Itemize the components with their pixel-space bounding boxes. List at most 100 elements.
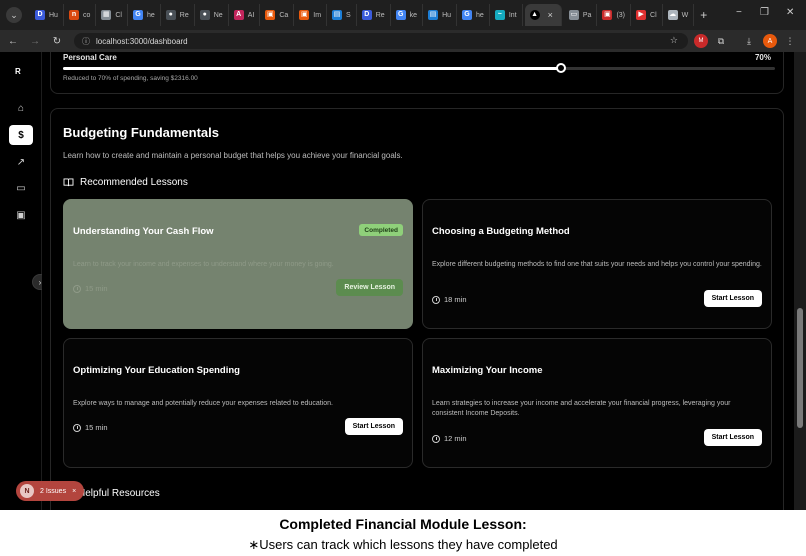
lesson-card-maximizing-income: Maximizing Your Income Learn strategies … — [422, 338, 772, 468]
sidebar-item-trends[interactable]: ↗ — [9, 152, 33, 172]
tab-favicon-icon: ▣ — [299, 10, 310, 20]
home-icon: ⌂ — [17, 102, 25, 114]
browser-tab-7[interactable]: ▣ Ca — [260, 4, 295, 26]
browser-tab-10[interactable]: D Re — [357, 4, 391, 26]
scrollbar-thumb[interactable] — [797, 308, 803, 428]
extensions-puzzle-icon[interactable]: ⧉ — [714, 33, 728, 49]
trend-up-icon: ↗ — [16, 156, 26, 168]
browser-tab-3[interactable]: Ghe — [128, 4, 161, 26]
lesson-duration-text: 15 min — [85, 423, 108, 432]
browser-tab-12[interactable]: ▤ Hu — [423, 4, 458, 26]
browser-tab-right-2[interactable]: ▶ Cl — [631, 4, 663, 26]
module-card: Budgeting Fundamentals Learn how to crea… — [50, 108, 784, 510]
browser-tab-right-3[interactable]: ☁ W — [663, 4, 695, 26]
nextjs-logo-icon: N — [20, 484, 34, 498]
page-scrollbar[interactable] — [794, 52, 806, 510]
tab-search-icon[interactable]: ⌄ — [6, 7, 22, 23]
browser-menu-icon[interactable]: ⋮ — [784, 33, 796, 49]
lesson-duration: 12 min — [432, 434, 467, 443]
address-bar[interactable]: ⓘ localhost:3000/dashboard ☆ — [74, 33, 688, 49]
spending-slider[interactable] — [63, 63, 775, 73]
tab-favicon-icon: ▤ — [428, 10, 439, 20]
reload-icon[interactable]: ↻ — [48, 32, 66, 50]
slider-thumb[interactable] — [556, 63, 567, 73]
tab-favicon-icon: ● — [199, 10, 210, 20]
category-percent: 70% — [754, 53, 771, 62]
tab-label: Cl — [115, 11, 122, 19]
start-lesson-button[interactable]: Start Lesson — [344, 418, 403, 435]
review-lesson-button[interactable]: Review Lesson — [336, 279, 403, 296]
main-content: Personal Care 70% Reduced to 70% of spen… — [42, 52, 794, 510]
tab-favicon-icon: D — [35, 10, 45, 20]
savings-note: Reduced to 70% of spending, saving $2316… — [63, 75, 198, 82]
browser-tab-8[interactable]: ▣ Im — [294, 4, 328, 26]
lesson-title: Understanding Your Cash Flow — [73, 226, 214, 237]
tab-label: Ca — [279, 11, 289, 19]
tab-favicon-icon: ● — [165, 10, 176, 20]
tab-label: AI — [247, 11, 255, 19]
tab-favicon-icon: ▭ — [568, 10, 579, 20]
lesson-title: Choosing a Budgeting Method — [432, 226, 570, 237]
tab-label: he — [146, 11, 155, 19]
lesson-description: Learn to track your income and expenses … — [73, 261, 334, 268]
issues-count[interactable]: 2 Issues — [40, 488, 66, 495]
browser-tab-4[interactable]: ● Re — [161, 4, 195, 26]
browser-tab-5[interactable]: ● Ne — [195, 4, 229, 26]
browser-tab-13[interactable]: Ghe — [457, 4, 490, 26]
sidebar-item-budget[interactable]: $ — [9, 125, 33, 145]
clock-icon — [73, 284, 81, 293]
extension-icon[interactable]: M — [694, 34, 708, 48]
new-tab-button[interactable]: + — [700, 8, 707, 22]
browser-tab-right-0[interactable]: ▭ Pa — [564, 4, 598, 26]
active-tab-icon: ▲ — [529, 10, 540, 20]
browser-tab-0[interactable]: D Hu — [30, 4, 64, 26]
bookmark-star-icon[interactable]: ☆ — [670, 35, 678, 46]
minimize-icon[interactable]: − — [736, 7, 742, 18]
clock-icon — [432, 434, 440, 443]
tab-list: D Hu n co ▦ Cl Ghe ● Re ● Ne A AI ▣ Ca ▣ Im ▤ S D Re Gke ▤ Hu Gh… — [30, 4, 523, 26]
tab-favicon-icon: n — [68, 10, 79, 20]
window-close-icon[interactable]: ✕ — [786, 7, 794, 18]
lesson-title: Maximizing Your Income — [432, 365, 543, 376]
start-lesson-button[interactable]: Start Lesson — [703, 429, 762, 446]
lesson-card-education-spending: Optimizing Your Education Spending Explo… — [63, 338, 413, 468]
active-tab[interactable]: ▲ × — [524, 4, 562, 26]
browser-tab-9[interactable]: ▤ S — [327, 4, 357, 26]
forward-icon[interactable]: → — [26, 32, 44, 50]
chevron-right-icon: › — [38, 277, 42, 287]
sidebar-item-home[interactable]: ⌂ — [9, 98, 33, 118]
browser-tab-2[interactable]: ▦ Cl — [96, 4, 128, 26]
tab-label: Pa — [582, 11, 592, 19]
sidebar-item-cards[interactable]: ▭ — [9, 178, 33, 198]
download-icon[interactable]: ⤓ — [742, 33, 756, 49]
category-label: Personal Care — [63, 53, 117, 62]
module-description: Learn how to create and maintain a perso… — [63, 151, 403, 160]
maximize-icon[interactable]: ❐ — [760, 7, 769, 18]
browser-tab-14[interactable]: ~ Int — [490, 4, 523, 26]
clock-icon — [432, 295, 440, 304]
issues-badge[interactable]: N 2 Issues × — [16, 481, 85, 501]
caption: Completed Financial Module Lesson: ∗User… — [0, 510, 806, 556]
browser-tab-11[interactable]: Gke — [391, 4, 424, 26]
category-adjustment-card: Personal Care 70% Reduced to 70% of spen… — [50, 52, 784, 94]
start-lesson-button[interactable]: Start Lesson — [703, 290, 762, 307]
tab-favicon-icon: D — [361, 10, 372, 20]
browser-tab-right-1[interactable]: ▣ (3) — [597, 4, 632, 26]
browser-tab-1[interactable]: n co — [64, 4, 97, 26]
tab-list-more: ▭ Pa ▣ (3) ▶ Cl ☁ W — [564, 4, 695, 26]
clock-icon — [73, 423, 81, 432]
site-info-icon[interactable]: ⓘ — [82, 36, 90, 47]
lesson-description: Explore different budgeting methods to f… — [432, 261, 762, 268]
tab-label: Ne — [213, 11, 223, 19]
lesson-description: Explore ways to manage and potentially r… — [73, 400, 333, 407]
sidebar-item-bills[interactable]: ▣ — [9, 205, 33, 225]
module-title: Budgeting Fundamentals — [63, 125, 219, 140]
close-tab-icon[interactable]: × — [548, 10, 553, 20]
profile-avatar[interactable]: A — [763, 34, 777, 48]
back-icon[interactable]: ← — [4, 32, 22, 50]
caption-title: Completed Financial Module Lesson: — [279, 516, 527, 532]
tab-favicon-icon: ☁ — [667, 10, 678, 20]
browser-tab-6[interactable]: A AI — [229, 4, 261, 26]
close-icon[interactable]: × — [72, 488, 76, 495]
tab-favicon-icon: ▤ — [332, 10, 343, 20]
